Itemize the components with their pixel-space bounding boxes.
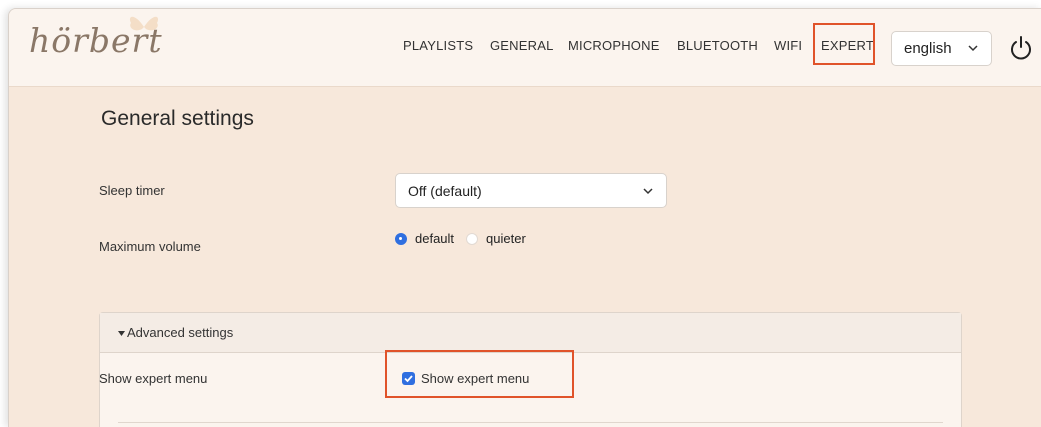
power-icon[interactable]	[1009, 35, 1033, 61]
advanced-settings-header[interactable]: Advanced settings	[100, 313, 961, 353]
expert-highlight	[813, 23, 875, 65]
nav-microphone[interactable]: MICROPHONE	[568, 38, 660, 53]
radio-quieter-label[interactable]: quieter	[486, 231, 526, 246]
sleep-timer-value: Off (default)	[408, 183, 482, 199]
radio-default-label[interactable]: default	[415, 231, 454, 246]
show-expert-label: Show expert menu	[99, 371, 208, 386]
nav-wifi[interactable]: WIFI	[774, 38, 802, 53]
page-title: General settings	[101, 107, 254, 130]
show-expert-checkbox[interactable]	[402, 372, 415, 385]
max-volume-radio-group: default quieter	[395, 231, 526, 246]
app-window: hörbert PLAYLISTS GENERAL MICROPHONE BLU…	[8, 8, 1041, 427]
top-navbar: hörbert PLAYLISTS GENERAL MICROPHONE BLU…	[9, 9, 1041, 87]
nav-playlists[interactable]: PLAYLISTS	[403, 38, 473, 53]
divider	[118, 422, 943, 423]
show-expert-checkbox-label[interactable]: Show expert menu	[421, 371, 529, 386]
radio-quieter[interactable]	[466, 232, 479, 245]
sleep-timer-label: Sleep timer	[99, 183, 165, 198]
advanced-settings-label: Advanced settings	[127, 325, 234, 340]
sleep-timer-select[interactable]: Off (default)	[395, 173, 667, 208]
caret-down-icon	[118, 331, 125, 337]
max-volume-label: Maximum volume	[99, 239, 201, 254]
chevron-down-icon	[968, 45, 978, 52]
language-value: english	[904, 40, 952, 57]
butterfly-icon	[129, 16, 159, 31]
chevron-down-icon	[643, 188, 653, 195]
nav-bluetooth[interactable]: BLUETOOTH	[677, 38, 758, 53]
nav-general[interactable]: GENERAL	[490, 38, 554, 53]
radio-default[interactable]	[395, 232, 407, 245]
check-icon	[404, 375, 413, 383]
advanced-settings-title: Advanced settings	[118, 325, 233, 340]
language-select[interactable]: english	[891, 31, 992, 66]
